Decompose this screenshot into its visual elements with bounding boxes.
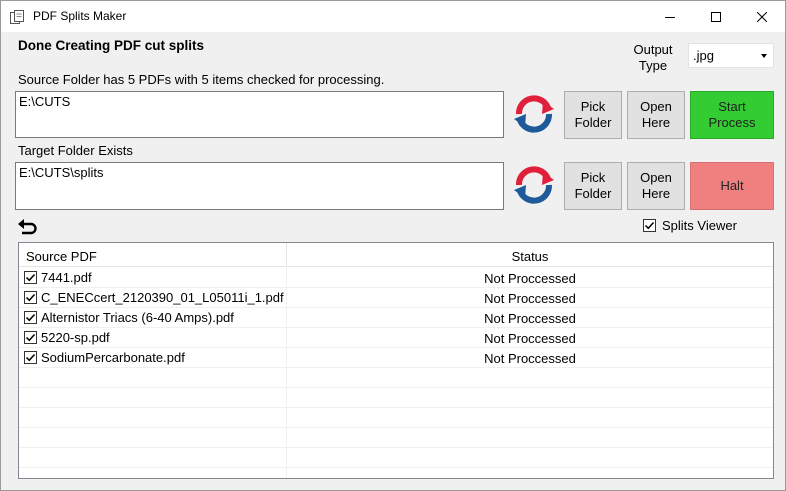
file-name: 5220-sp.pdf (41, 330, 110, 345)
empty-row (19, 468, 773, 478)
column-divider (286, 428, 287, 448)
empty-row (19, 448, 773, 468)
source-folder-info: Source Folder has 5 PDFs with 5 items ch… (18, 72, 385, 87)
undo-icon[interactable] (18, 218, 38, 236)
source-folder-field[interactable]: E:\CUTS (15, 91, 504, 138)
checkmark-icon (25, 333, 36, 342)
file-name: 7441.pdf (41, 270, 92, 285)
output-type-label: Output Type (633, 42, 673, 73)
file-name: Alternistor Triacs (6-40 Amps).pdf (41, 310, 234, 325)
status-message: Done Creating PDF cut splits (18, 38, 205, 53)
checkmark-icon (25, 273, 36, 282)
row-checkbox[interactable] (24, 331, 37, 344)
list-row[interactable]: 7441.pdf Not Proccessed (19, 268, 773, 288)
maximize-icon (711, 11, 721, 22)
splits-viewer-toggle[interactable]: Splits Viewer (643, 218, 737, 233)
checkmark-icon (25, 313, 36, 322)
title-bar[interactable]: PDF Splits Maker (1, 1, 785, 32)
refresh-source-icon[interactable] (512, 92, 556, 136)
start-process-button[interactable]: Start Process (690, 91, 774, 139)
column-header-source[interactable]: Source PDF (26, 249, 97, 264)
list-rows: 7441.pdf Not Proccessed C_ENECcert_21203… (19, 268, 773, 478)
source-cell: 7441.pdf (24, 270, 92, 285)
pdf-list[interactable]: Source PDF Status 7441.pdf Not Proccesse… (18, 242, 774, 479)
refresh-target-icon[interactable] (512, 163, 556, 207)
file-name: SodiumPercarbonate.pdf (41, 350, 185, 365)
status-cell: Not Proccessed (484, 311, 576, 326)
column-divider (286, 408, 287, 428)
checkmark-icon (25, 293, 36, 302)
minimize-icon (665, 16, 675, 18)
source-cell: SodiumPercarbonate.pdf (24, 350, 185, 365)
empty-row (19, 428, 773, 448)
dropdown-arrow-icon (761, 54, 767, 58)
row-checkbox[interactable] (24, 311, 37, 324)
empty-row (19, 388, 773, 408)
column-header-status[interactable]: Status (287, 249, 773, 264)
checkmark-icon (25, 353, 36, 362)
row-checkbox[interactable] (24, 271, 37, 284)
list-row[interactable]: SodiumPercarbonate.pdf Not Proccessed (19, 348, 773, 368)
splits-viewer-label: Splits Viewer (662, 218, 737, 233)
close-button[interactable] (739, 1, 785, 32)
splits-viewer-checkbox[interactable] (643, 219, 656, 232)
list-row[interactable]: C_ENECcert_2120390_01_L05011i_1.pdf Not … (19, 288, 773, 308)
output-type-select[interactable]: .jpg (688, 43, 774, 68)
target-folder-field[interactable]: E:\CUTS\splits (15, 162, 504, 210)
row-checkbox[interactable] (24, 291, 37, 304)
source-cell: 5220-sp.pdf (24, 330, 110, 345)
close-icon (757, 11, 767, 22)
source-cell: Alternistor Triacs (6-40 Amps).pdf (24, 310, 234, 325)
halt-button[interactable]: Halt (690, 162, 774, 210)
target-folder-info: Target Folder Exists (18, 143, 133, 158)
empty-row (19, 368, 773, 388)
list-header: Source PDF Status (19, 243, 773, 267)
column-divider (286, 468, 287, 478)
row-checkbox[interactable] (24, 351, 37, 364)
status-cell: Not Proccessed (484, 351, 576, 366)
column-divider (286, 368, 287, 388)
status-cell: Not Proccessed (484, 271, 576, 286)
pick-target-folder-button[interactable]: Pick Folder (564, 162, 622, 210)
column-divider (286, 448, 287, 468)
app-window: PDF Splits Maker Done Creating PDF cut s… (0, 0, 786, 491)
maximize-button[interactable] (693, 1, 739, 32)
column-divider (286, 388, 287, 408)
empty-row (19, 408, 773, 428)
open-target-here-button[interactable]: Open Here (627, 162, 685, 210)
output-type-value: .jpg (693, 48, 714, 63)
status-cell: Not Proccessed (484, 331, 576, 346)
checkmark-icon (644, 221, 655, 230)
minimize-button[interactable] (647, 1, 693, 32)
app-icon (9, 9, 25, 25)
source-cell: C_ENECcert_2120390_01_L05011i_1.pdf (24, 290, 284, 305)
open-source-here-button[interactable]: Open Here (627, 91, 685, 139)
file-name: C_ENECcert_2120390_01_L05011i_1.pdf (41, 290, 284, 305)
list-row[interactable]: Alternistor Triacs (6-40 Amps).pdf Not P… (19, 308, 773, 328)
window-title: PDF Splits Maker (33, 9, 127, 23)
status-cell: Not Proccessed (484, 291, 576, 306)
list-row[interactable]: 5220-sp.pdf Not Proccessed (19, 328, 773, 348)
column-divider (773, 243, 774, 267)
main-panel: Done Creating PDF cut splits Output Type… (1, 32, 785, 490)
pick-source-folder-button[interactable]: Pick Folder (564, 91, 622, 139)
